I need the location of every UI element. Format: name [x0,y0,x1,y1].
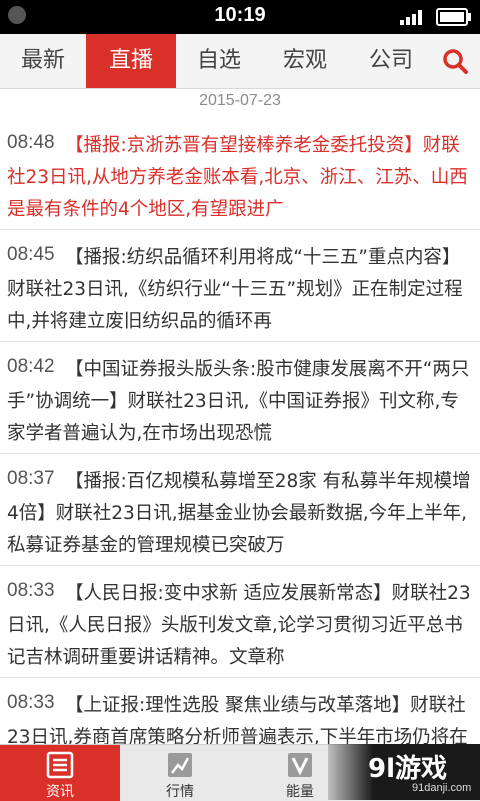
news-text: 【上证报:理性选股 聚焦业绩与改革落地】财联社23日讯,券商首席策略分析师普遍表… [7,695,468,746]
news-item[interactable]: 08:33 【人民日报:变中求新 适应发展新常态】财联社23日讯,《人民日报》头… [0,566,480,678]
energy-icon [288,753,312,777]
news-text: 【中国证券报头版头条:股市健康发展离不开“两只手”协调统一】财联社23日讯,《中… [7,359,470,444]
date-header: 2015-07-23 [199,92,281,109]
news-text: 【人民日报:变中求新 适应发展新常态】财联社23日讯,《人民日报》头版刊发文章,… [7,583,471,668]
news-text: 【播报:百亿规模私募增至28家 有私募半年规模增4倍】财联社23日讯,据基金业协… [7,471,471,556]
watermark-brand: 9l游戏 [368,754,448,784]
watermark-logo: 9l游戏 91danji.com [328,744,480,800]
news-item[interactable]: 08:33 【上证报:理性选股 聚焦业绩与改革落地】财联社23日讯,券商首席策略… [0,678,480,746]
search-button[interactable] [430,34,480,88]
news-text: 【播报:纺织品循环利用将成“十三五”重点内容】财联社23日讯,《纺织行业“十三五… [7,247,463,332]
tab-macro[interactable]: 宏观 [262,34,348,88]
bottom-tab-market[interactable]: 行情 [120,745,240,801]
news-list: 08:48 【播报:京浙苏晋有望接棒养老金委托投资】财联社23日讯,从地方养老金… [0,118,480,746]
bottom-tab-label: 资讯 [46,784,74,800]
tab-watchlist[interactable]: 自选 [176,34,262,88]
tab-company[interactable]: 公司 [348,34,434,88]
news-item[interactable]: 08:48 【播报:京浙苏晋有望接棒养老金委托投资】财联社23日讯,从地方养老金… [0,118,480,230]
chart-icon [168,753,192,777]
battery-icon [436,8,471,26]
status-bar: 10:19 [0,0,480,34]
watermark-site: 91danji.com [412,782,472,794]
news-text: 【播报:京浙苏晋有望接棒养老金委托投资】财联社23日讯,从地方养老金账本看,北京… [7,135,468,220]
bottom-tab-label: 能量 [286,784,314,800]
news-item[interactable]: 08:42 【中国证券报头版头条:股市健康发展离不开“两只手”协调统一】财联社2… [0,342,480,454]
tab-latest[interactable]: 最新 [0,34,86,88]
signal-icon [400,10,422,25]
bottom-tab-label: 行情 [166,784,194,800]
bottom-tab-news[interactable]: 资讯 [0,745,120,801]
news-item[interactable]: 08:45 【播报:纺织品循环利用将成“十三五”重点内容】财联社23日讯,《纺织… [0,230,480,342]
top-tab-bar: 最新 直播 自选 宏观 公司 [0,34,480,89]
search-icon [443,49,468,74]
news-icon [46,751,74,779]
news-item[interactable]: 08:37 【播报:百亿规模私募增至28家 有私募半年规模增4倍】财联社23日讯… [0,454,480,566]
tab-live[interactable]: 直播 [86,34,176,88]
